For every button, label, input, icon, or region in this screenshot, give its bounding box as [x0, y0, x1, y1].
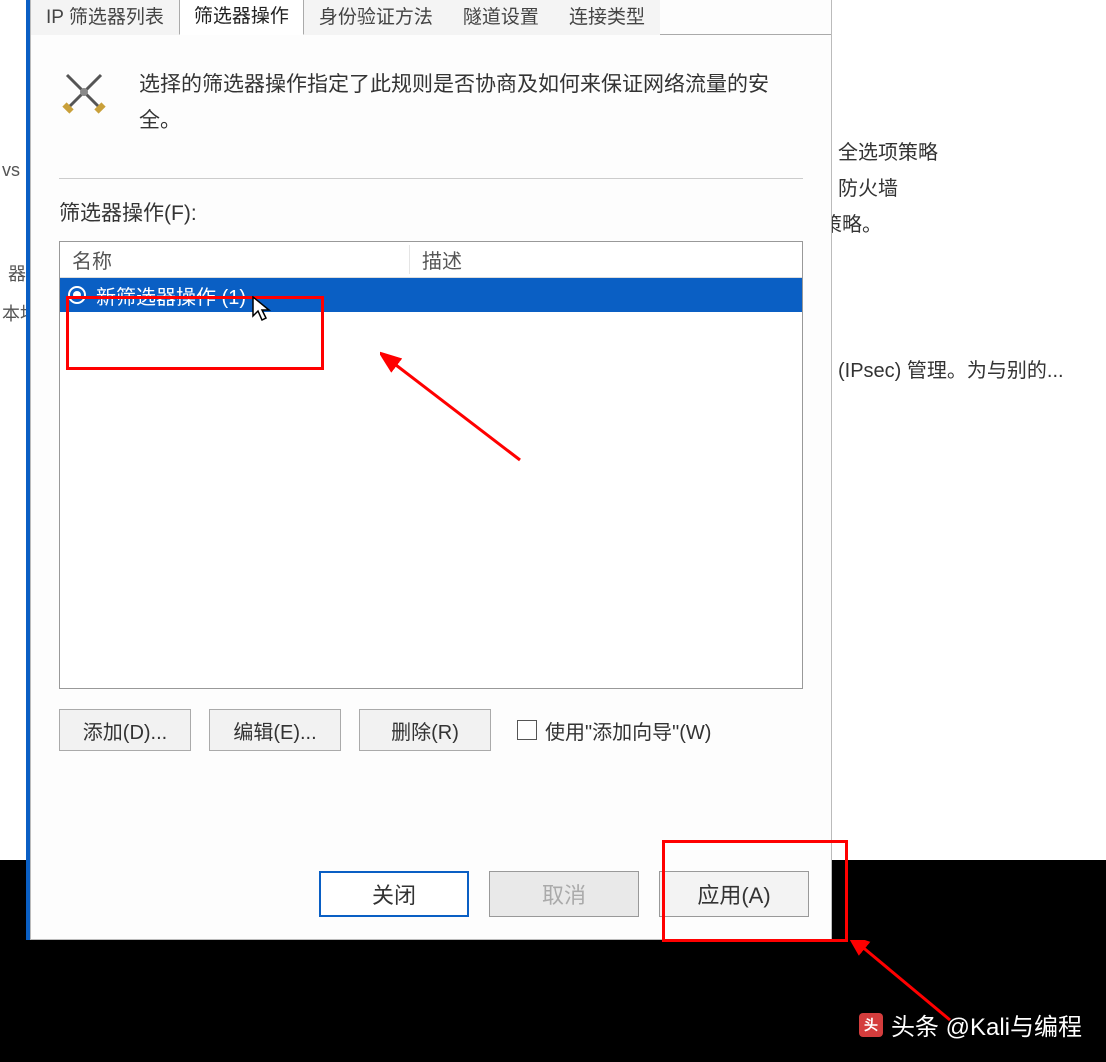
- add-button[interactable]: 添加(D)...: [59, 709, 191, 751]
- tab-tunnel-settings[interactable]: 隧道设置: [448, 0, 554, 35]
- bg-text: 器: [8, 260, 26, 286]
- filter-actions-label: 筛选器操作(F):: [59, 197, 803, 227]
- cancel-button: 取消: [489, 871, 639, 917]
- use-wizard-checkbox-wrap[interactable]: 使用"添加向导"(W): [517, 716, 711, 745]
- list-header: 名称 描述: [60, 242, 802, 278]
- close-button[interactable]: 关闭: [319, 871, 469, 917]
- bg-text: vs: [2, 160, 20, 181]
- radio-selected-icon: [68, 286, 86, 304]
- tab-ip-filter-list[interactable]: IP 筛选器列表: [31, 0, 179, 35]
- list-item[interactable]: 新筛选器操作 (1): [60, 278, 802, 312]
- tab-auth-method[interactable]: 身份验证方法: [304, 0, 448, 35]
- remove-button[interactable]: 删除(R): [359, 709, 491, 751]
- tab-connection-type[interactable]: 连接类型: [554, 0, 660, 35]
- crossed-swords-icon: [59, 67, 109, 117]
- edit-button[interactable]: 编辑(E)...: [209, 709, 341, 751]
- column-description-header[interactable]: 描述: [410, 245, 802, 274]
- apply-button[interactable]: 应用(A): [659, 871, 809, 917]
- bg-text: (IPsec) 管理。为与别的...: [838, 354, 1064, 383]
- filter-action-dialog: IP 筛选器列表 筛选器操作 身份验证方法 隧道设置 连接类型 选择的筛选器操作…: [30, 0, 832, 940]
- tab-filter-action[interactable]: 筛选器操作: [179, 0, 304, 35]
- bg-text: 全选项策略: [838, 136, 938, 165]
- dialog-content: 选择的筛选器操作指定了此规则是否协商及如何来保证网络流量的安全。 筛选器操作(F…: [31, 35, 831, 761]
- filter-actions-listbox[interactable]: 名称 描述 新筛选器操作 (1): [59, 241, 803, 689]
- bg-text: 防火墙: [838, 172, 898, 201]
- column-name-header[interactable]: 名称: [60, 245, 410, 274]
- dialog-description: 选择的筛选器操作指定了此规则是否协商及如何来保证网络流量的安全。: [139, 67, 803, 138]
- checkbox-icon: [517, 720, 537, 740]
- use-wizard-label: 使用"添加向导"(W): [545, 716, 711, 745]
- watermark: 头 头条 @Kali与编程: [859, 1007, 1082, 1042]
- divider: [59, 178, 803, 179]
- watermark-text: 头条 @Kali与编程: [891, 1007, 1082, 1042]
- list-item-name: 新筛选器操作 (1): [96, 281, 246, 310]
- tab-bar: IP 筛选器列表 筛选器操作 身份验证方法 隧道设置 连接类型: [31, 0, 831, 35]
- toutiao-icon: 头: [859, 1013, 883, 1037]
